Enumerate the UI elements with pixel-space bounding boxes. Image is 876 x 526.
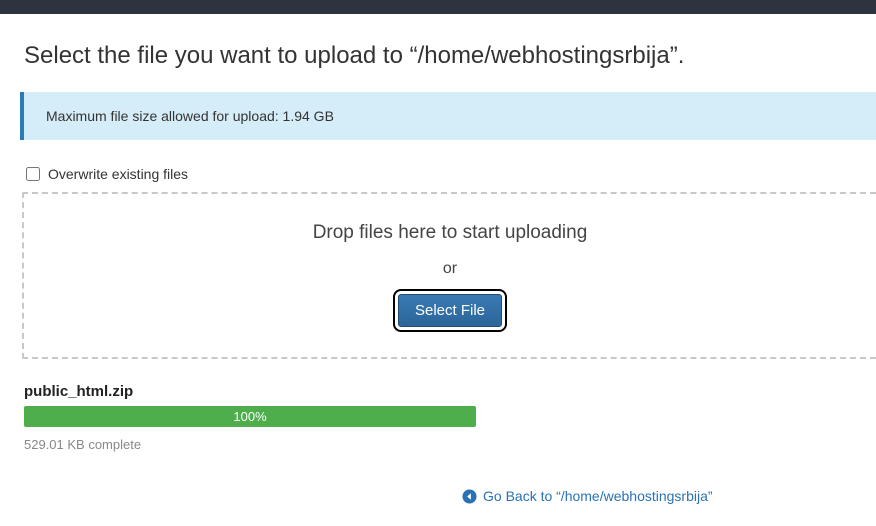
dropzone-or: or [44,260,856,278]
main-content: Select the file you want to upload to “/… [0,14,876,452]
go-back-label: Go Back to “/home/webhostingsrbija” [483,488,713,504]
overwrite-checkbox[interactable] [26,167,40,181]
overwrite-checkbox-row[interactable]: Overwrite existing files [24,166,876,182]
upload-progress-label: 100% [233,409,266,424]
upload-filename: public_html.zip [24,383,876,400]
page-title: Select the file you want to upload to “/… [24,42,876,70]
select-file-button[interactable]: Select File [398,294,502,327]
upload-status: 529.01 KB complete [24,437,876,452]
upload-item: public_html.zip 100% 529.01 KB complete [24,383,876,452]
arrow-left-circle-icon [462,489,477,504]
dropzone[interactable]: Drop files here to start uploading or Se… [22,192,876,359]
upload-progress-bar: 100% [24,406,476,427]
top-bar [0,0,876,14]
go-back-link[interactable]: Go Back to “/home/webhostingsrbija” [462,488,713,504]
info-banner: Maximum file size allowed for upload: 1.… [20,92,876,140]
dropzone-text: Drop files here to start uploading [44,222,856,244]
info-banner-text: Maximum file size allowed for upload: 1.… [46,108,334,124]
overwrite-label: Overwrite existing files [48,166,188,182]
